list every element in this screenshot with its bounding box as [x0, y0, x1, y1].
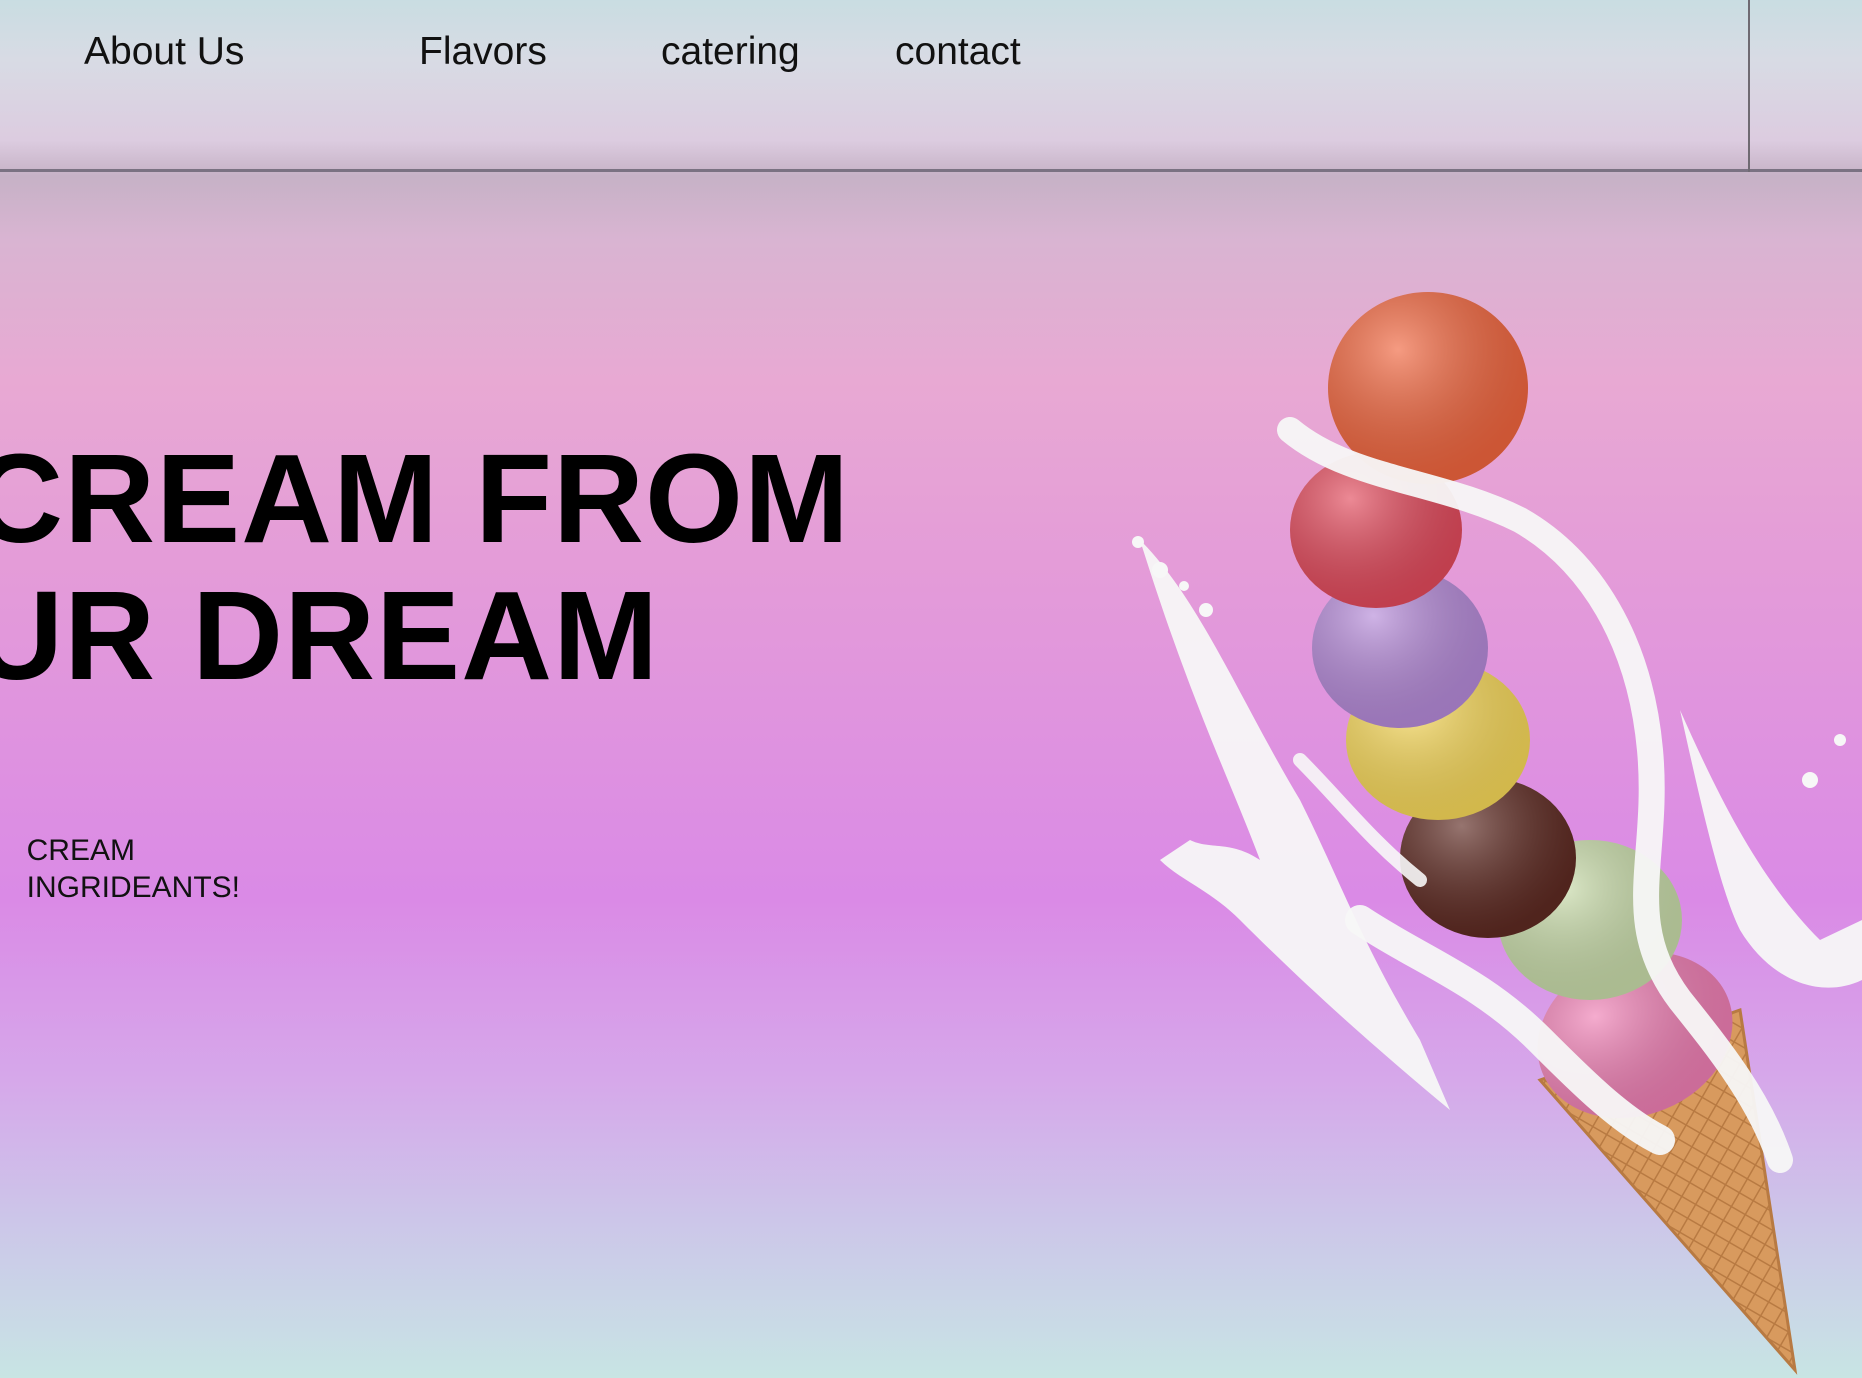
- hero-title: CREAM FROM UR DREAM: [0, 430, 850, 704]
- hero-subtitle-line-1: CREAM: [26, 834, 135, 867]
- nav-link-contact[interactable]: contact: [895, 30, 1021, 74]
- hero-subtitle-line-2: INGRIDEANTS!: [26, 871, 240, 904]
- hero-title-line-2: UR DREAM: [0, 565, 660, 706]
- nav-divider: [1748, 0, 1750, 172]
- ice-cream-cone-icon: [1132, 292, 1862, 1375]
- top-navigation: About Us Flavors catering contact: [0, 0, 1862, 172]
- nav-link-catering[interactable]: catering: [661, 30, 800, 74]
- nav-link-about-us[interactable]: About Us: [84, 30, 244, 74]
- hero-subtitle: CREAM INGRIDEANTS!: [27, 832, 240, 906]
- nav-link-flavors[interactable]: Flavors: [419, 30, 547, 74]
- hero-title-line-1: CREAM FROM: [0, 428, 850, 569]
